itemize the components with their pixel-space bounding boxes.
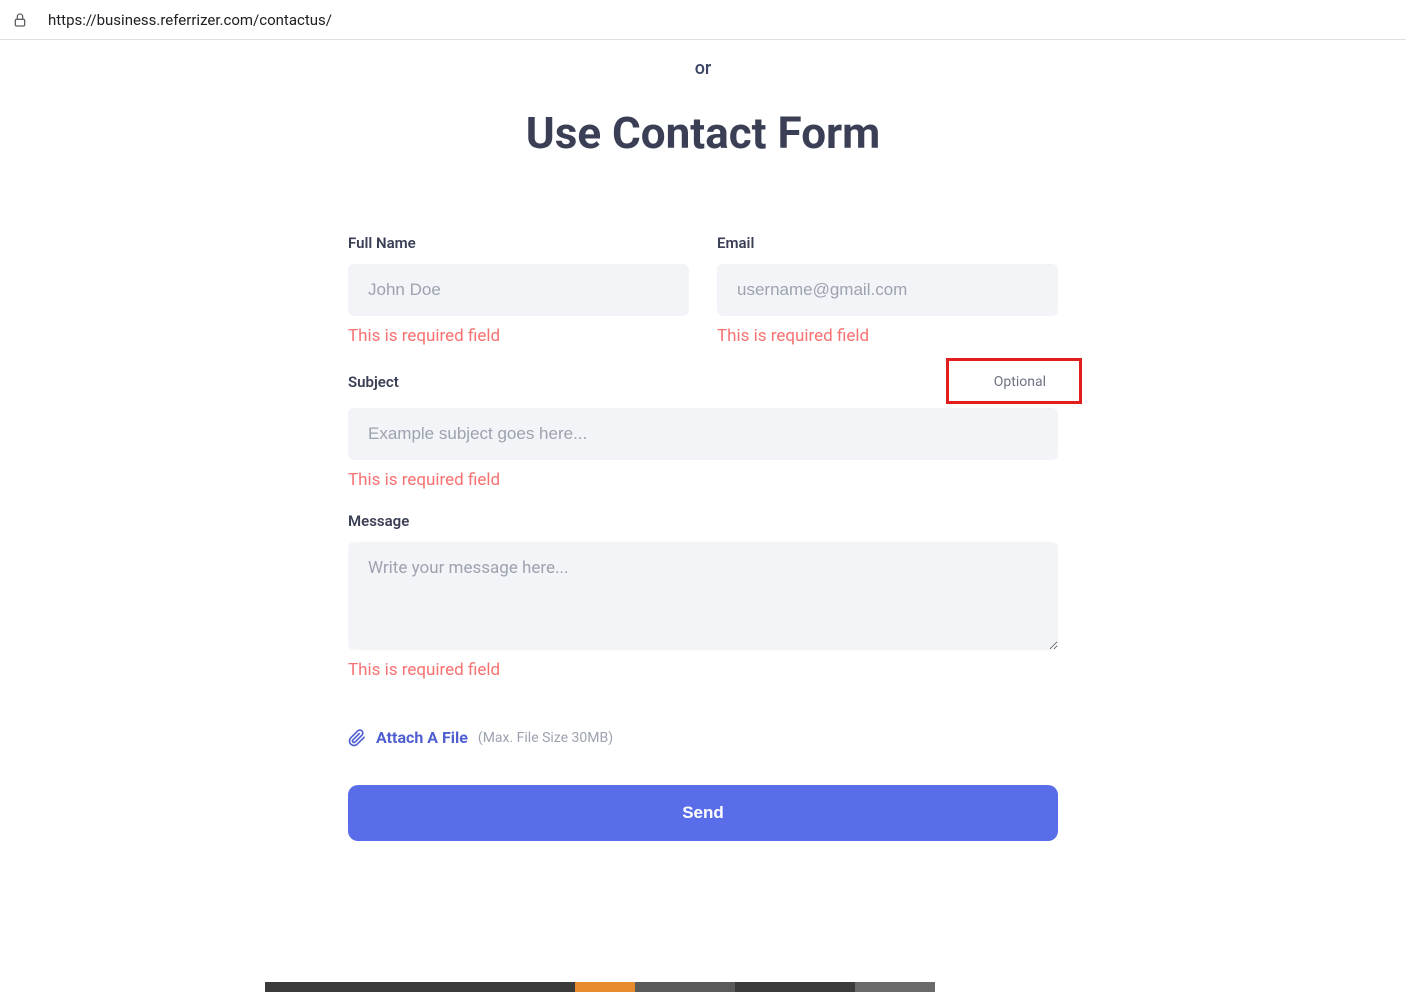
form-row-name-email: Full Name This is required field Email T… [348,234,1058,346]
email-error: This is required field [717,326,1058,346]
full-name-input[interactable] [348,264,689,316]
form-group-subject: Subject Optional This is required field [348,368,1058,490]
attach-file-row: Attach A File (Max. File Size 30MB) [348,728,1058,747]
taskbar-segment [635,982,735,992]
paperclip-icon [348,729,366,747]
subject-optional-badge: Optional [982,368,1058,396]
full-name-error: This is required field [348,326,689,346]
lock-icon [12,12,28,28]
message-error: This is required field [348,660,1058,680]
taskbar-segment [855,982,935,992]
form-group-full-name: Full Name This is required field [348,234,689,346]
subject-label: Subject [348,373,399,391]
subject-input[interactable] [348,408,1058,460]
url-text[interactable]: https://business.referrizer.com/contactu… [48,11,332,29]
message-textarea[interactable] [348,542,1058,650]
taskbar-segment [265,982,575,992]
form-group-email: Email This is required field [717,234,1058,346]
browser-address-bar: https://business.referrizer.com/contactu… [0,0,1406,40]
contact-form: Full Name This is required field Email T… [348,234,1058,841]
message-label: Message [348,512,1058,530]
form-group-message: Message This is required field [348,512,1058,680]
or-divider-text: or [695,58,712,79]
send-button[interactable]: Send [348,785,1058,841]
email-input[interactable] [717,264,1058,316]
attach-file-link[interactable]: Attach A File [376,728,468,747]
page-content: or Use Contact Form Full Name This is re… [0,40,1406,841]
attach-file-hint: (Max. File Size 30MB) [478,730,613,746]
full-name-label: Full Name [348,234,689,252]
subject-label-row: Subject Optional [348,368,1058,396]
email-label: Email [717,234,1058,252]
taskbar-fragment [265,982,935,992]
taskbar-segment [735,982,855,992]
page-title: Use Contact Form [526,107,881,159]
taskbar-segment [575,982,635,992]
subject-error: This is required field [348,470,1058,490]
